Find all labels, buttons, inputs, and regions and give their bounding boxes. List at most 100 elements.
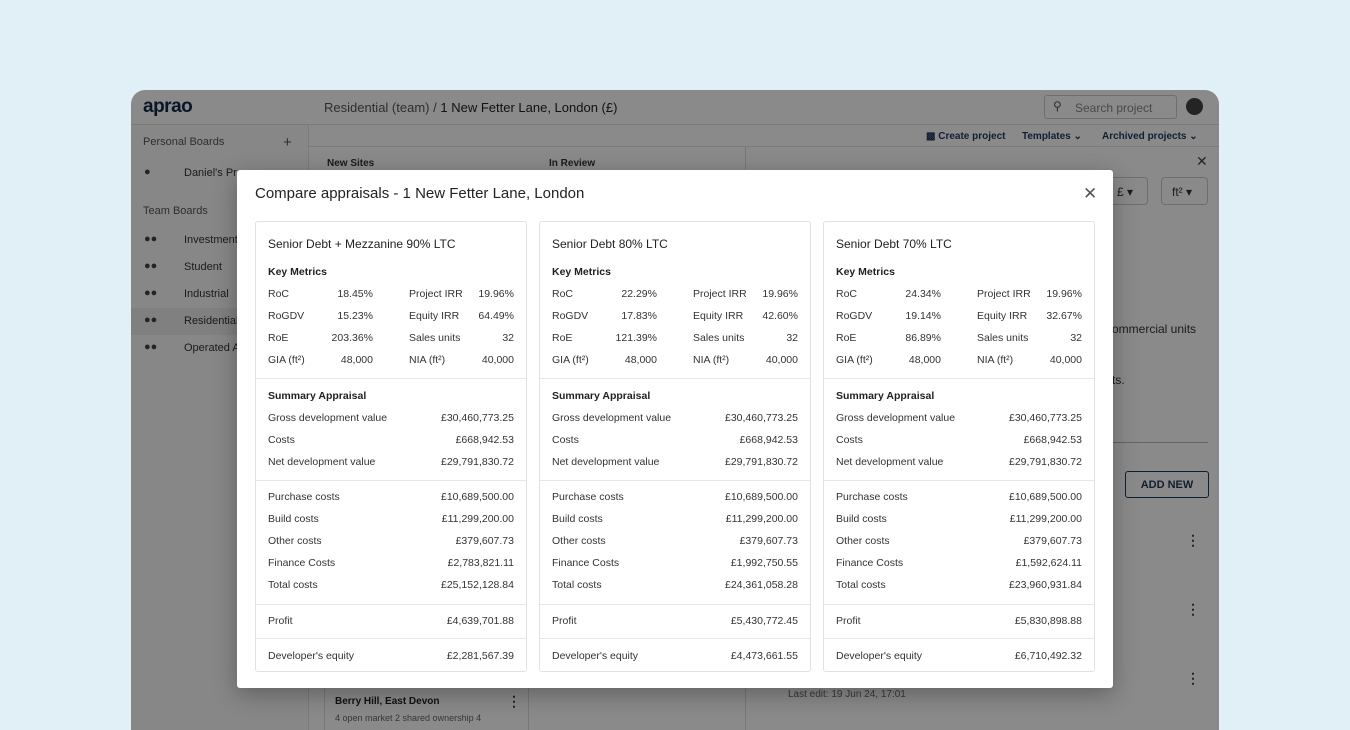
row-value: £379,607.73 (739, 535, 798, 547)
row-label: Purchase costs (268, 491, 340, 503)
metric-value: 40,000 (1049, 354, 1082, 366)
row-label: Total costs (268, 579, 318, 591)
metric-value: 32 (786, 332, 798, 344)
metric-label: RoGDV (268, 310, 305, 322)
divider (540, 378, 810, 379)
metric-label: RoE (552, 332, 573, 344)
developer-equity-row: Developer's equity £2,281,567.39 (268, 650, 514, 664)
row-label: Profit (552, 615, 577, 627)
metric-label: RoE (268, 332, 289, 344)
summary-heading: Summary Appraisal (268, 390, 367, 402)
metric-label: RoGDV (552, 310, 589, 322)
row-label: Purchase costs (552, 491, 624, 503)
row-value: £5,430,772.45 (730, 615, 798, 627)
row-value: £4,473,661.55 (730, 650, 798, 662)
metric-label: RoC (268, 288, 290, 300)
metric-value: 86.89% (905, 332, 941, 344)
row-label: Developer's equity (836, 650, 923, 662)
row-value: £4,639,701.88 (446, 615, 514, 627)
metric-value: 40,000 (765, 354, 798, 366)
metric-value: 17.83% (621, 310, 657, 322)
summary-row: Net development value £29,791,830.72 (552, 456, 798, 470)
metric-label: Equity IRR (693, 310, 744, 322)
row-label: Finance Costs (836, 557, 904, 569)
divider (256, 604, 526, 605)
summary-heading: Summary Appraisal (836, 390, 935, 402)
developer-equity-row: Developer's equity £4,473,661.55 (552, 650, 798, 664)
appraisal-title: Senior Debt 80% LTC (552, 237, 668, 251)
row-label: Costs (836, 434, 863, 446)
divider (256, 480, 526, 481)
metric-label: Project IRR (409, 288, 463, 300)
divider (824, 480, 1094, 481)
metric-label: Project IRR (977, 288, 1031, 300)
summary-row: Other costs £379,607.73 (552, 535, 798, 549)
metric-value: 42.60% (762, 310, 798, 322)
row-label: Costs (552, 434, 579, 446)
row-label: Other costs (552, 535, 606, 547)
divider (540, 638, 810, 639)
appraisal-title: Senior Debt + Mezzanine 90% LTC (268, 237, 456, 251)
metric-value: 203.36% (331, 332, 373, 344)
row-label: Net development value (836, 456, 944, 468)
summary-row: Build costs £11,299,200.00 (552, 513, 798, 527)
metric-value: 19.96% (478, 288, 514, 300)
row-value: £1,592,624.11 (1015, 557, 1082, 569)
metric-value: 19.96% (1046, 288, 1082, 300)
row-value: £379,607.73 (455, 535, 514, 547)
summary-row: Finance Costs £1,992,750.55 (552, 557, 798, 571)
metric-value: 32 (1070, 332, 1082, 344)
metric-label: RoC (836, 288, 858, 300)
summary-row: Other costs £379,607.73 (836, 535, 1082, 549)
summary-row: Finance Costs £1,592,624.11 (836, 557, 1082, 571)
summary-row: Net development value £29,791,830.72 (836, 456, 1082, 470)
row-label: Gross development value (268, 412, 388, 424)
row-value: £29,791,830.72 (1009, 456, 1082, 468)
developer-equity-row: Developer's equity £6,710,492.32 (836, 650, 1082, 664)
row-value: £5,830,898.88 (1014, 615, 1082, 627)
metric-label: NIA (ft²) (693, 354, 730, 366)
row-label: Build costs (552, 513, 603, 525)
summary-row: Purchase costs £10,689,500.00 (268, 491, 514, 505)
metric-label: RoE (836, 332, 857, 344)
metric-value: 64.49% (478, 310, 514, 322)
key-metrics-heading: Key Metrics (268, 266, 327, 278)
row-value: £29,791,830.72 (441, 456, 514, 468)
row-label: Other costs (268, 535, 322, 547)
summary-row: Other costs £379,607.73 (268, 535, 514, 549)
summary-row: Total costs £25,152,128.84 (268, 579, 514, 593)
profit-row: Profit £5,430,772.45 (552, 615, 798, 629)
row-value: £668,942.53 (739, 434, 798, 446)
row-label: Build costs (836, 513, 887, 525)
metric-value: 40,000 (481, 354, 514, 366)
divider (824, 604, 1094, 605)
metric-value: 19.96% (762, 288, 798, 300)
row-value: £668,942.53 (455, 434, 514, 446)
divider (824, 378, 1094, 379)
metric-label: RoC (552, 288, 574, 300)
row-value: £23,960,931.84 (1009, 579, 1082, 591)
summary-row: Build costs £11,299,200.00 (268, 513, 514, 527)
row-label: Developer's equity (268, 650, 355, 662)
metric-value: 32.67% (1046, 310, 1082, 322)
divider (256, 638, 526, 639)
metric-label: Project IRR (693, 288, 747, 300)
dialog-title: Compare appraisals - 1 New Fetter Lane, … (255, 185, 585, 202)
divider (824, 638, 1094, 639)
row-value: £2,783,821.11 (447, 557, 514, 569)
appraisal-card: Senior Debt + Mezzanine 90% LTC Key Metri… (255, 221, 527, 672)
compare-appraisals-dialog: Compare appraisals - 1 New Fetter Lane, … (237, 170, 1113, 688)
profit-row: Profit £4,639,701.88 (268, 615, 514, 629)
row-value: £10,689,500.00 (725, 491, 798, 503)
close-icon[interactable]: ✕ (1083, 184, 1097, 204)
row-value: £10,689,500.00 (1009, 491, 1082, 503)
metric-label: RoGDV (836, 310, 873, 322)
summary-row: Costs £668,942.53 (552, 434, 798, 448)
row-label: Finance Costs (268, 557, 336, 569)
row-label: Other costs (836, 535, 890, 547)
summary-row: Net development value £29,791,830.72 (268, 456, 514, 470)
metric-value: 24.34% (905, 288, 941, 300)
summary-row: Purchase costs £10,689,500.00 (836, 491, 1082, 505)
summary-row: Total costs £23,960,931.84 (836, 579, 1082, 593)
row-value: £29,791,830.72 (725, 456, 798, 468)
